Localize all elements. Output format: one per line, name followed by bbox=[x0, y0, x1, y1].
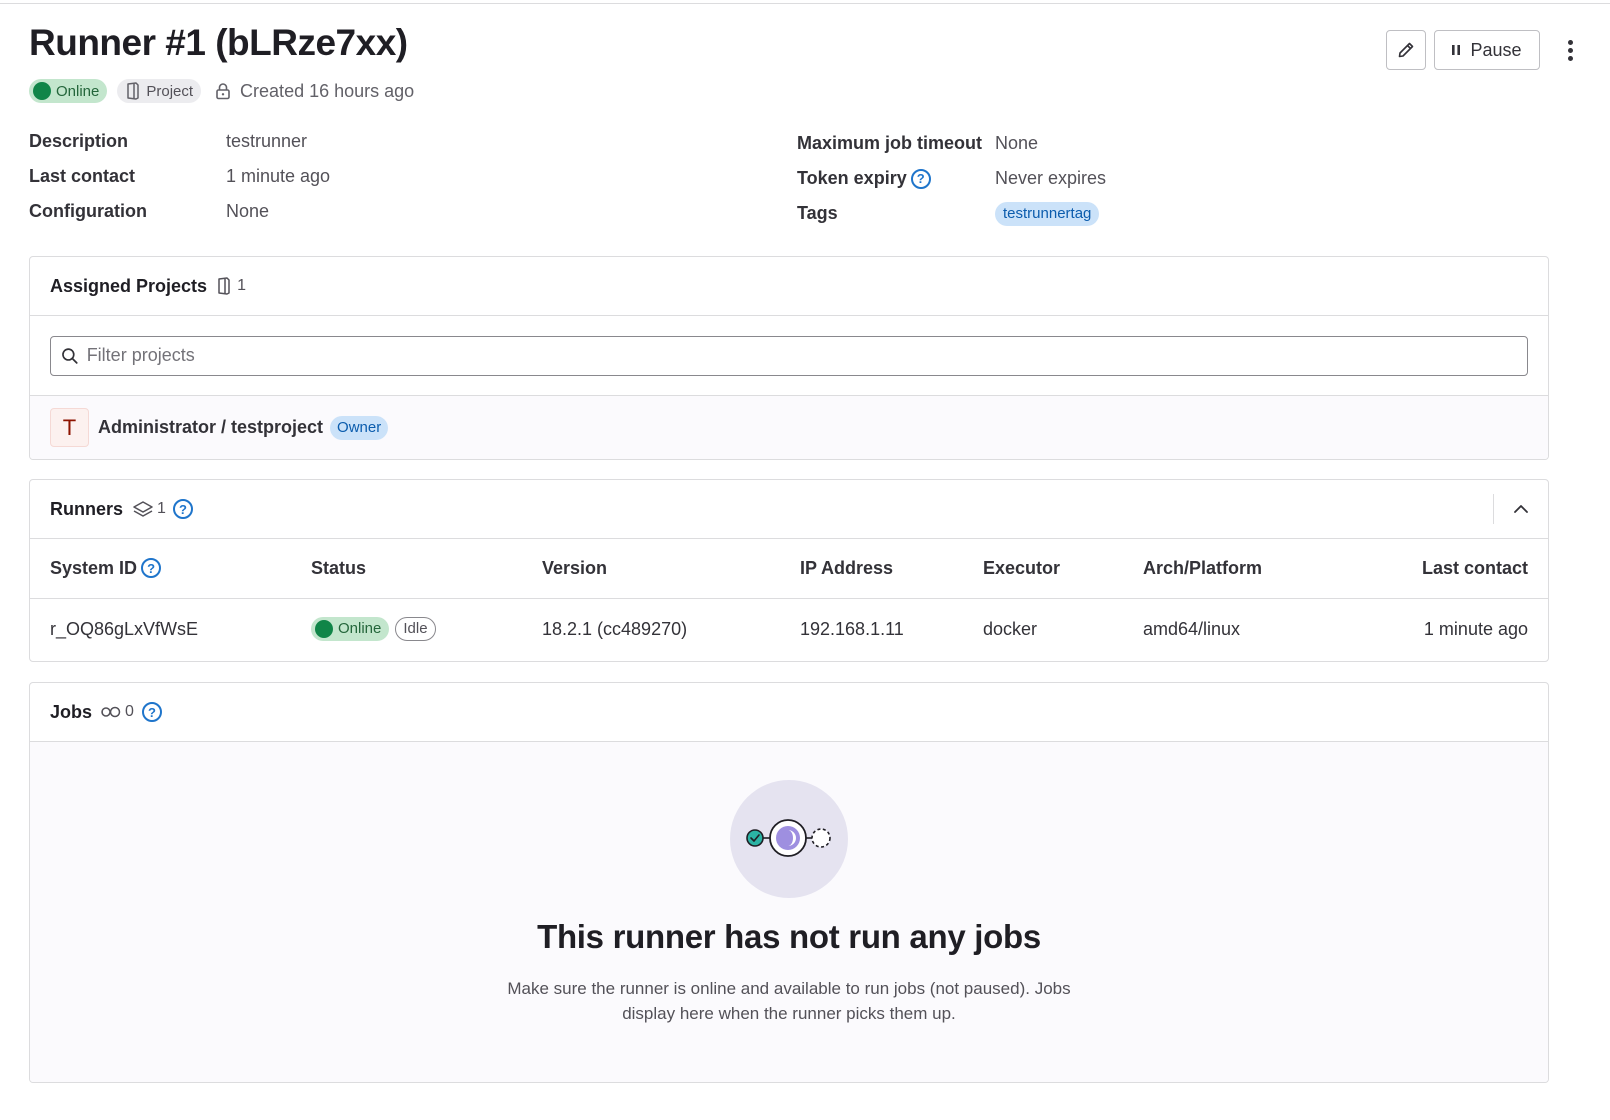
question-icon[interactable]: ? bbox=[172, 499, 193, 519]
lock-icon bbox=[216, 83, 230, 100]
card-title: Runners bbox=[50, 498, 124, 519]
cell-arch: amd64/linux bbox=[1143, 619, 1241, 640]
empty-state-description: Make sure the runner is online and avail… bbox=[507, 979, 1071, 1023]
project-count: 1 bbox=[216, 277, 246, 295]
pause-button[interactable]: Pause bbox=[1434, 30, 1540, 70]
edit-button[interactable] bbox=[1386, 30, 1426, 70]
runners-card: Runners 1 ? System ID ? Status Version I… bbox=[29, 479, 1549, 662]
detail-label: Last contact bbox=[29, 166, 136, 186]
detail-tags: Tags testrunnertag bbox=[797, 196, 1106, 231]
cell-system-id: r_OQ86gLxVfWsE bbox=[50, 619, 199, 640]
detail-configuration: Configuration None bbox=[29, 194, 330, 229]
cell-executor: docker bbox=[983, 619, 1038, 640]
runners-header: Runners 1 ? bbox=[30, 480, 1548, 539]
job-count: 0 bbox=[100, 703, 134, 721]
project-link[interactable]: Administrator / testproject bbox=[98, 417, 323, 438]
created-info: Created 16 hours ago bbox=[215, 81, 414, 102]
pause-button-label: Pause bbox=[1470, 39, 1522, 60]
status-badge: Online bbox=[29, 79, 108, 103]
pause-icon bbox=[1452, 45, 1461, 55]
question-icon[interactable]: ? bbox=[141, 558, 162, 579]
count-value: 0 bbox=[125, 703, 134, 720]
filter-projects[interactable] bbox=[50, 335, 1528, 376]
cell-last-contact: 1 minute ago bbox=[1423, 619, 1528, 640]
project-row: T Administrator / testproject Owner bbox=[30, 395, 1548, 459]
table-row: r_OQ86gLxVfWsE Online Idle 18.2.1 (cc489… bbox=[30, 598, 1548, 661]
detail-label-wrap: Token expiry ? bbox=[797, 168, 995, 189]
more-actions-icon[interactable] bbox=[1552, 30, 1588, 70]
runner-type-badge: Project bbox=[117, 79, 202, 103]
count-value: 1 bbox=[157, 500, 166, 517]
runner-count: 1 bbox=[132, 500, 166, 518]
detail-label: Configuration bbox=[29, 201, 147, 221]
created-text: Created 16 hours ago bbox=[240, 80, 415, 101]
status-badge: Online bbox=[311, 616, 390, 641]
detail-label: Description bbox=[29, 131, 129, 151]
status-badge-label: Online bbox=[338, 620, 382, 638]
filter-wrap bbox=[30, 316, 1548, 395]
col-system-id: System ID ? bbox=[30, 539, 311, 599]
jobs-empty-state: This runner has not run any jobs Make su… bbox=[30, 742, 1548, 1082]
card-title: Jobs bbox=[50, 701, 93, 722]
page-title: Runner #1 (bLRze7xx) bbox=[29, 22, 408, 63]
question-icon[interactable]: ? bbox=[910, 168, 931, 189]
stack-icon bbox=[133, 501, 153, 517]
details-left: Description testrunner Last contact 1 mi… bbox=[29, 124, 330, 229]
detail-value: None bbox=[226, 201, 270, 221]
cell-ip: 192.168.1.11 bbox=[800, 619, 904, 640]
empty-jobs-illustration bbox=[730, 780, 848, 898]
collapse-button[interactable] bbox=[1493, 494, 1548, 524]
status-badge-label: Online bbox=[56, 82, 100, 100]
detail-token-expiry: Token expiry ? Never expires bbox=[797, 161, 1106, 196]
detail-label: Tags bbox=[797, 203, 838, 223]
project-icon bbox=[218, 277, 230, 295]
empty-state-title: This runner has not run any jobs bbox=[537, 918, 1041, 955]
chevron-up-icon bbox=[1514, 505, 1528, 513]
cell-status: Online Idle bbox=[311, 598, 542, 661]
col-status: Status bbox=[311, 539, 542, 599]
header-actions: Pause bbox=[1386, 30, 1588, 70]
runner-type-label: Project bbox=[146, 82, 194, 100]
detail-label: Maximum job timeout bbox=[797, 133, 983, 153]
detail-description: Description testrunner bbox=[29, 124, 330, 159]
project-icon bbox=[127, 82, 140, 100]
owner-badge: Owner bbox=[330, 415, 389, 440]
assigned-projects-header: Assigned Projects 1 bbox=[30, 257, 1548, 316]
detail-value: testrunner bbox=[226, 131, 308, 151]
tag-badge: testrunnertag bbox=[995, 201, 1100, 226]
online-dot-icon bbox=[315, 619, 333, 638]
pipeline-icon bbox=[101, 706, 121, 718]
avatar[interactable]: T bbox=[50, 408, 89, 447]
count-value: 1 bbox=[237, 277, 246, 294]
idle-badge: Idle bbox=[395, 616, 436, 641]
col-version: Version bbox=[542, 539, 800, 599]
jobs-card: Jobs 0 ? This runner has not run any job… bbox=[29, 682, 1549, 1083]
runners-table: System ID ? Status Version IP Address Ex… bbox=[30, 539, 1548, 661]
col-label: System ID bbox=[50, 557, 138, 578]
assigned-projects-card: Assigned Projects 1 T Administrator / te… bbox=[29, 256, 1549, 460]
runner-meta: Online Project Created 16 hours ago bbox=[29, 78, 414, 104]
search-icon bbox=[62, 347, 78, 364]
online-dot-icon bbox=[33, 82, 51, 100]
table-header-row: System ID ? Status Version IP Address Ex… bbox=[30, 539, 1548, 599]
detail-label: Token expiry bbox=[797, 168, 907, 188]
filter-projects-input[interactable] bbox=[86, 345, 1527, 366]
jobs-header: Jobs 0 ? bbox=[30, 683, 1548, 742]
cell-version: 18.2.1 (cc489270) bbox=[542, 619, 688, 640]
detail-value: 1 minute ago bbox=[226, 166, 331, 186]
col-executor: Executor bbox=[983, 539, 1143, 599]
col-last-contact: Last contact bbox=[1343, 539, 1548, 599]
card-title: Assigned Projects bbox=[50, 275, 208, 296]
detail-value: None bbox=[995, 133, 1039, 153]
detail-value: Never expires bbox=[995, 168, 1107, 188]
col-ip: IP Address bbox=[800, 539, 983, 599]
pencil-icon bbox=[1398, 42, 1414, 58]
detail-max-timeout: Maximum job timeout None bbox=[797, 126, 1106, 161]
col-arch: Arch/Platform bbox=[1143, 539, 1343, 599]
top-divider bbox=[0, 3, 1610, 4]
detail-last-contact: Last contact 1 minute ago bbox=[29, 159, 330, 194]
details-right: Maximum job timeout None Token expiry ? … bbox=[797, 126, 1106, 231]
question-icon[interactable]: ? bbox=[141, 702, 162, 722]
